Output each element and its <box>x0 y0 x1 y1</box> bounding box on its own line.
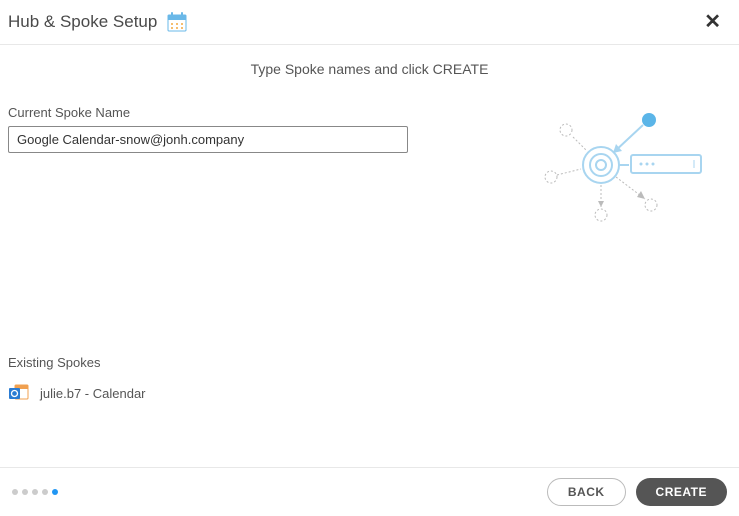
step-dot <box>42 489 48 495</box>
main-area: Current Spoke Name <box>8 105 731 235</box>
back-button[interactable]: BACK <box>547 478 626 506</box>
step-dot <box>22 489 28 495</box>
outlook-calendar-icon <box>8 382 30 404</box>
footer-buttons: BACK CREATE <box>547 478 727 506</box>
list-item: julie.b7 - Calendar <box>8 380 731 406</box>
create-button[interactable]: CREATE <box>636 478 727 506</box>
current-spoke-input[interactable] <box>8 126 408 153</box>
existing-spokes-section: Existing Spokes julie.b7 - Calendar <box>8 355 731 406</box>
step-indicator <box>12 489 58 495</box>
calendar-icon <box>165 10 189 34</box>
existing-spokes-label: Existing Spokes <box>8 355 731 370</box>
step-dot <box>12 489 18 495</box>
form-area: Current Spoke Name <box>8 105 521 235</box>
dialog-header: Hub & Spoke Setup ✕ <box>0 0 739 45</box>
close-icon[interactable]: ✕ <box>698 10 727 34</box>
dialog-content: Type Spoke names and click CREATE Curren… <box>0 61 739 406</box>
dialog-title: Hub & Spoke Setup <box>8 12 157 32</box>
step-dot <box>32 489 38 495</box>
existing-spokes-list: julie.b7 - Calendar <box>8 380 731 406</box>
spoke-item-name: julie.b7 - Calendar <box>40 386 146 401</box>
dialog-footer: BACK CREATE <box>0 467 739 516</box>
current-spoke-label: Current Spoke Name <box>8 105 521 120</box>
header-left: Hub & Spoke Setup <box>8 10 189 34</box>
hub-spoke-illustration <box>521 105 721 235</box>
step-dot-active <box>52 489 58 495</box>
instruction-text: Type Spoke names and click CREATE <box>8 61 731 77</box>
